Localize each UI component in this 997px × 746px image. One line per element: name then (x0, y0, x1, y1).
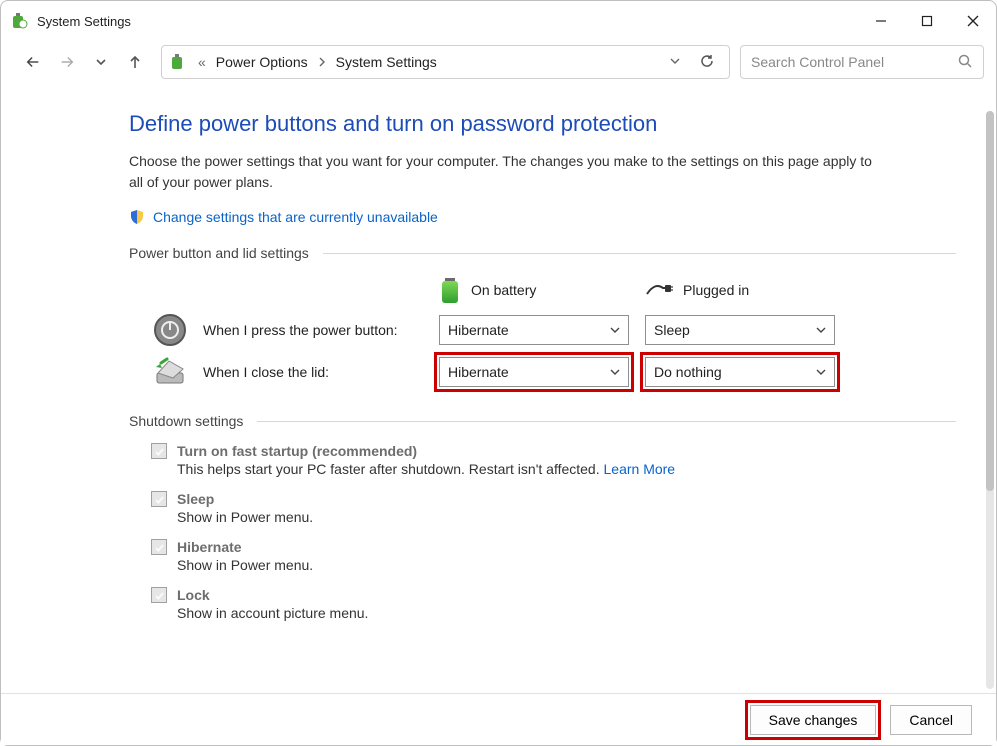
back-button[interactable] (25, 54, 41, 70)
power-options-app-icon (11, 12, 29, 30)
arrow-left-icon (25, 53, 41, 71)
section-shutdown-label: Shutdown settings (129, 413, 243, 429)
section-power-lid: Power button and lid settings (129, 245, 956, 261)
laptop-lid-icon (153, 355, 187, 389)
forward-button[interactable] (59, 54, 75, 70)
power-options-bc-icon (170, 53, 188, 71)
section-shutdown: Shutdown settings (129, 413, 956, 429)
sleep-item: Sleep Show in Power menu. (151, 491, 956, 525)
col-plugged-label: Plugged in (683, 282, 749, 298)
chevron-down-icon (95, 56, 107, 68)
lock-item: Lock Show in account picture menu. (151, 587, 956, 621)
page-heading: Define power buttons and turn on passwor… (129, 111, 956, 137)
save-changes-button[interactable]: Save changes (750, 705, 877, 735)
nav-arrows (15, 54, 151, 70)
plug-icon (645, 282, 673, 298)
fast-startup-item: Turn on fast startup (recommended) This … (151, 443, 956, 477)
chevron-down-icon (669, 55, 681, 67)
minimize-button[interactable] (858, 6, 904, 36)
learn-more-link[interactable]: Learn More (604, 461, 676, 477)
breadcrumb-item-power-options[interactable]: Power Options (216, 54, 308, 70)
chevron-down-icon (610, 364, 620, 380)
window-controls (858, 6, 996, 36)
fast-startup-checkbox[interactable] (151, 443, 167, 459)
arrow-right-icon (59, 53, 75, 71)
vertical-scrollbar[interactable] (986, 111, 994, 689)
col-on-battery: On battery (439, 275, 629, 305)
hibernate-checkbox[interactable] (151, 539, 167, 555)
titlebar: System Settings (1, 1, 996, 41)
recent-locations-button[interactable] (93, 54, 109, 70)
section-power-lid-label: Power button and lid settings (129, 245, 309, 261)
power-button-icon (153, 313, 187, 347)
scrollbar-thumb[interactable] (986, 111, 994, 491)
row-close-lid-label: When I close the lid: (203, 364, 329, 380)
power-button-battery-select[interactable]: Hibernate (439, 315, 629, 345)
row-close-lid: When I close the lid: (129, 355, 423, 389)
close-icon (967, 15, 979, 27)
fast-startup-desc: This helps start your PC faster after sh… (177, 461, 604, 477)
row-power-button-label: When I press the power button: (203, 322, 398, 338)
maximize-icon (921, 15, 933, 27)
hibernate-title: Hibernate (177, 539, 242, 555)
window-title: System Settings (37, 14, 858, 29)
sleep-title: Sleep (177, 491, 214, 507)
divider (323, 253, 956, 254)
refresh-button[interactable] (699, 53, 715, 72)
chevron-down-icon (610, 322, 620, 338)
divider (257, 421, 956, 422)
minimize-icon (875, 15, 887, 27)
hibernate-item: Hibernate Show in Power menu. (151, 539, 956, 573)
up-button[interactable] (127, 54, 143, 70)
col-plugged-in: Plugged in (645, 282, 835, 298)
close-lid-plugged-select[interactable]: Do nothing (645, 357, 835, 387)
uac-row: Change settings that are currently unava… (129, 209, 956, 225)
row-power-button: When I press the power button: (129, 313, 423, 347)
sleep-desc: Show in Power menu. (151, 509, 956, 525)
battery-icon (439, 275, 461, 305)
search-input[interactable] (751, 47, 957, 77)
lock-desc: Show in account picture menu. (151, 605, 956, 621)
power-button-plugged-select[interactable]: Sleep (645, 315, 835, 345)
page-content: Define power buttons and turn on passwor… (1, 93, 996, 641)
cancel-button[interactable]: Cancel (890, 705, 972, 735)
power-grid: On battery Plugged in When I press the p… (129, 275, 956, 389)
close-lid-battery-select[interactable]: Hibernate (439, 357, 629, 387)
chevron-down-icon (816, 364, 826, 380)
arrow-up-icon (127, 54, 143, 70)
search-icon (957, 53, 973, 72)
close-lid-plugged-value: Do nothing (654, 364, 722, 380)
breadcrumb-prefix: « (198, 54, 206, 70)
breadcrumb-dropdown[interactable] (669, 54, 681, 70)
breadcrumb[interactable]: « Power Options System Settings (161, 45, 730, 79)
maximize-button[interactable] (904, 6, 950, 36)
lock-title: Lock (177, 587, 210, 603)
uac-link[interactable]: Change settings that are currently unava… (153, 209, 438, 225)
uac-shield-icon (129, 209, 145, 225)
lock-checkbox[interactable] (151, 587, 167, 603)
close-button[interactable] (950, 6, 996, 36)
close-lid-battery-value: Hibernate (448, 364, 509, 380)
fast-startup-title: Turn on fast startup (recommended) (177, 443, 417, 459)
refresh-icon (699, 53, 715, 69)
shutdown-settings-list: Turn on fast startup (recommended) This … (129, 443, 956, 621)
chevron-down-icon (816, 322, 826, 338)
footer-bar: Save changes Cancel (1, 693, 996, 745)
chevron-right-icon (318, 54, 326, 70)
navigation-bar: « Power Options System Settings (1, 41, 996, 93)
power-button-plugged-value: Sleep (654, 322, 690, 338)
search-box[interactable] (740, 45, 984, 79)
page-description: Choose the power settings that you want … (129, 151, 889, 193)
power-button-battery-value: Hibernate (448, 322, 509, 338)
hibernate-desc: Show in Power menu. (151, 557, 956, 573)
breadcrumb-item-system-settings[interactable]: System Settings (336, 54, 437, 70)
col-battery-label: On battery (471, 282, 536, 298)
sleep-checkbox[interactable] (151, 491, 167, 507)
